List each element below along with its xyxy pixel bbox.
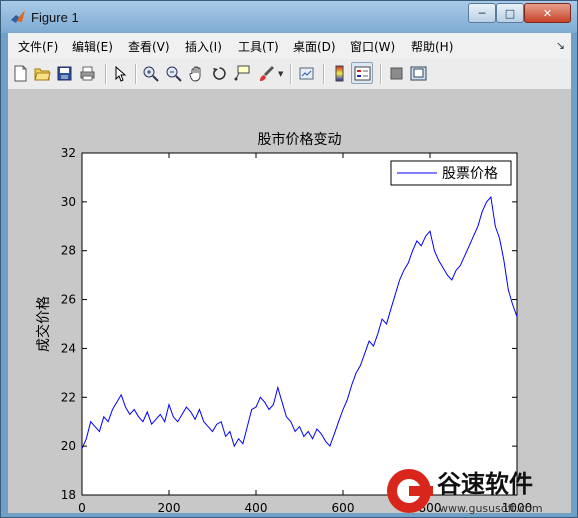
y-tick-label: 28	[61, 244, 76, 258]
toolbar-separator	[135, 64, 137, 84]
maximize-button[interactable]: □	[496, 3, 524, 23]
open-file-icon[interactable]	[34, 65, 51, 82]
window-title: Figure 1	[31, 10, 79, 25]
menu-help[interactable]: 帮助(H)	[411, 38, 453, 55]
menu-file[interactable]: 文件(F)	[18, 38, 58, 55]
show-plot-tools-icon[interactable]	[410, 65, 427, 82]
figure-toolbar: ▼	[8, 59, 571, 90]
hide-plot-tools-icon[interactable]	[388, 65, 405, 82]
data-cursor-icon[interactable]	[234, 65, 251, 82]
edit-plot-icon[interactable]	[112, 65, 129, 82]
matlab-logo-icon	[11, 10, 25, 23]
toolbar-separator	[290, 64, 292, 84]
colorbar-icon[interactable]	[331, 65, 348, 82]
plot-axes-box	[81, 152, 518, 496]
menu-window[interactable]: 窗口(W)	[350, 38, 395, 55]
y-tick-label: 18	[61, 488, 76, 502]
watermark-url-text: www.gususoft.com	[439, 502, 543, 515]
y-tick-label: 32	[61, 146, 76, 160]
x-tick-label: 600	[332, 501, 355, 513]
site-watermark: 谷速软件 www.gususoft.com	[387, 469, 543, 515]
title-bar[interactable]: Figure 1 ─ □ ✕	[1, 1, 577, 33]
x-tick-label: 400	[245, 501, 268, 513]
menu-bar: 文件(F) 编辑(E) 查看(V) 插入(I) 工具(T) 桌面(D) 窗口(W…	[8, 33, 571, 60]
new-figure-icon[interactable]	[12, 65, 29, 82]
figure-window: Figure 1 ─ □ ✕ 文件(F) 编辑(E) 查看(V) 插入(I) 工…	[0, 0, 578, 518]
save-icon[interactable]	[56, 65, 73, 82]
menu-view[interactable]: 查看(V)	[128, 38, 170, 55]
y-tick-label: 30	[61, 195, 76, 209]
chart-title: 股市价格变动	[258, 131, 342, 148]
toolbar-separator	[323, 64, 325, 84]
minimize-button[interactable]: ─	[468, 3, 496, 23]
menu-edit[interactable]: 编辑(E)	[72, 38, 113, 55]
rotate-3d-icon[interactable]	[211, 65, 228, 82]
y-tick-label: 24	[61, 341, 76, 355]
menu-tools[interactable]: 工具(T)	[238, 38, 279, 55]
pan-icon[interactable]	[188, 65, 205, 82]
zoom-out-icon[interactable]	[165, 65, 182, 82]
y-axis-label: 成交价格	[35, 296, 52, 352]
link-plot-icon[interactable]	[298, 65, 315, 82]
figure-canvas[interactable]: 020040060080010001820222426283032股市价格变动迭…	[8, 90, 571, 515]
client-area: 文件(F) 编辑(E) 查看(V) 插入(I) 工具(T) 桌面(D) 窗口(W…	[8, 33, 571, 515]
zoom-in-icon[interactable]	[142, 65, 159, 82]
toolbar-separator	[105, 64, 107, 84]
legend-icon[interactable]	[354, 65, 371, 82]
menu-desktop[interactable]: 桌面(D)	[293, 38, 336, 55]
close-button[interactable]: ✕	[524, 3, 571, 23]
menu-dock-arrow-icon[interactable]: ↘	[556, 39, 565, 52]
legend-label: 股票价格	[442, 166, 498, 182]
print-icon[interactable]	[79, 65, 96, 82]
menu-insert[interactable]: 插入(I)	[185, 38, 222, 55]
toolbar-separator	[380, 64, 382, 84]
chart-svg: 020040060080010001820222426283032股市价格变动迭…	[35, 131, 532, 515]
x-tick-label: 200	[158, 501, 181, 513]
y-tick-label: 26	[61, 293, 76, 307]
watermark-brand-text: 谷速软件	[437, 470, 533, 498]
brush-dropdown-arrow-icon[interactable]: ▼	[278, 70, 283, 78]
brush-icon[interactable]	[258, 65, 275, 82]
y-tick-label: 20	[61, 439, 76, 453]
x-tick-label: 0	[78, 501, 86, 513]
y-tick-label: 22	[61, 390, 76, 404]
